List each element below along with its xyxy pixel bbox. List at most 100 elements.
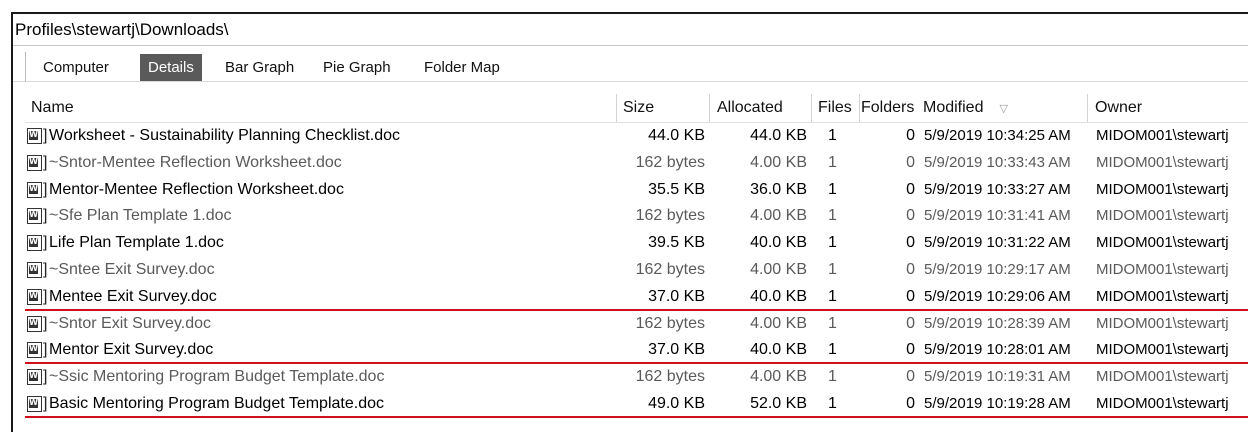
tab-pie-graph[interactable]: Pie Graph bbox=[315, 54, 399, 81]
table-header: Name Size Allocated Files Folders Modifi… bbox=[25, 94, 1248, 123]
tab-details[interactable]: Details bbox=[140, 54, 202, 81]
file-owner: MIDOM001\stewartj bbox=[1096, 341, 1229, 359]
file-folders-count: 0 bbox=[906, 260, 915, 278]
file-owner: MIDOM001\stewartj bbox=[1096, 314, 1229, 332]
file-name: ~Sntee Exit Survey.doc bbox=[49, 260, 215, 278]
column-divider[interactable] bbox=[709, 94, 710, 122]
file-allocated: 40.0 KB bbox=[750, 341, 807, 359]
file-files-count: 1 bbox=[828, 260, 837, 278]
column-header-files[interactable]: Files bbox=[818, 94, 858, 122]
word-document-icon bbox=[27, 261, 42, 278]
file-modified: 5/9/2019 10:33:27 AM bbox=[924, 180, 1071, 198]
file-allocated: 36.0 KB bbox=[750, 180, 807, 198]
file-owner: MIDOM001\stewartj bbox=[1096, 394, 1229, 412]
file-size: 162 bytes bbox=[635, 314, 705, 332]
file-allocated: 52.0 KB bbox=[750, 394, 807, 412]
file-allocated: 4.00 KB bbox=[750, 314, 807, 332]
table-row[interactable]: ]~Sntor Exit Survey.doc 162 bytes 4.00 KB 1… bbox=[25, 311, 1248, 338]
file-folders-count: 0 bbox=[906, 207, 915, 225]
table-row[interactable]: ]Basic Mentoring Program Budget Template… bbox=[25, 391, 1248, 418]
table-row[interactable]: ]Mentor Exit Survey.doc 37.0 KB 40.0 KB 1 05… bbox=[25, 337, 1248, 364]
file-size: 162 bytes bbox=[635, 368, 705, 386]
tab-bar-graph[interactable]: Bar Graph bbox=[217, 54, 302, 81]
details-table: Name Size Allocated Files Folders Modifi… bbox=[25, 94, 1248, 418]
file-files-count: 1 bbox=[828, 287, 837, 305]
file-modified: 5/9/2019 10:28:39 AM bbox=[924, 314, 1071, 332]
file-size: 44.0 KB bbox=[648, 127, 705, 144]
file-modified: 5/9/2019 10:19:28 AM bbox=[924, 394, 1071, 412]
icon-bracket: ] bbox=[43, 207, 48, 225]
red-underline-annotation bbox=[25, 308, 1248, 311]
tab-computer[interactable]: Computer bbox=[35, 54, 117, 81]
file-browser-window: Profiles\stewartj\Downloads\ Computer De… bbox=[11, 12, 1248, 432]
file-folders-count: 0 bbox=[906, 394, 915, 412]
icon-bracket: ] bbox=[43, 341, 48, 359]
file-folders-count: 0 bbox=[906, 368, 915, 386]
file-name: ~Sntor-Mentee Reflection Worksheet.doc bbox=[49, 153, 342, 171]
column-header-folders[interactable]: Folders bbox=[861, 94, 921, 122]
file-folders-count: 0 bbox=[906, 127, 915, 144]
table-row[interactable]: ]Life Plan Template 1.doc 39.5 KB 40.0 KB 1… bbox=[25, 230, 1248, 257]
file-folders-count: 0 bbox=[906, 153, 915, 171]
column-divider[interactable] bbox=[616, 94, 617, 122]
table-row[interactable]: ]Mentee Exit Survey.doc 37.0 KB 40.0 KB 1 05… bbox=[25, 284, 1248, 311]
table-row[interactable]: ]Worksheet - Sustainability Planning Che… bbox=[25, 123, 1248, 150]
file-allocated: 40.0 KB bbox=[750, 234, 807, 252]
file-name: ~Sntor Exit Survey.doc bbox=[49, 314, 211, 332]
column-header-modified[interactable]: Modified ▽ bbox=[923, 94, 1073, 122]
file-size: 162 bytes bbox=[635, 260, 705, 278]
table-row[interactable]: ]Mentor-Mentee Reflection Worksheet.doc 3… bbox=[25, 177, 1248, 204]
file-size: 162 bytes bbox=[635, 207, 705, 225]
file-folders-count: 0 bbox=[906, 234, 915, 252]
tab-folder-map[interactable]: Folder Map bbox=[416, 54, 508, 81]
word-document-icon bbox=[27, 315, 42, 332]
top-margin bbox=[0, 0, 1248, 12]
file-modified: 5/9/2019 10:19:31 AM bbox=[924, 368, 1071, 386]
file-files-count: 1 bbox=[828, 153, 837, 171]
column-divider[interactable] bbox=[859, 94, 860, 122]
file-size: 37.0 KB bbox=[648, 341, 705, 359]
table-row[interactable]: ]~Sfe Plan Template 1.doc 162 bytes 4.00 K… bbox=[25, 203, 1248, 230]
sort-descending-icon: ▽ bbox=[999, 103, 1008, 115]
column-header-size[interactable]: Size bbox=[623, 94, 703, 122]
table-row[interactable]: ]~Sntee Exit Survey.doc 162 bytes 4.00 KB 1… bbox=[25, 257, 1248, 284]
file-allocated: 4.00 KB bbox=[750, 260, 807, 278]
table-body: ]Worksheet - Sustainability Planning Che… bbox=[25, 123, 1248, 418]
icon-bracket: ] bbox=[43, 314, 48, 332]
file-name: Mentee Exit Survey.doc bbox=[49, 287, 217, 305]
file-modified: 5/9/2019 10:29:17 AM bbox=[924, 260, 1071, 278]
path-bar: Profiles\stewartj\Downloads\ bbox=[13, 14, 1248, 46]
tabs-divider bbox=[25, 52, 26, 82]
table-row[interactable]: ]~Ssic Mentoring Program Budget Template… bbox=[25, 364, 1248, 391]
word-document-icon bbox=[27, 288, 42, 305]
file-files-count: 1 bbox=[828, 394, 837, 412]
file-files-count: 1 bbox=[828, 234, 837, 252]
column-divider[interactable] bbox=[1087, 94, 1088, 122]
column-header-modified-label: Modified bbox=[923, 99, 984, 116]
file-owner: MIDOM001\stewartj bbox=[1096, 153, 1229, 171]
file-name: Mentor Exit Survey.doc bbox=[49, 341, 214, 359]
file-modified: 5/9/2019 10:31:41 AM bbox=[924, 207, 1071, 225]
file-allocated: 4.00 KB bbox=[750, 368, 807, 386]
file-modified: 5/9/2019 10:29:06 AM bbox=[924, 287, 1071, 305]
file-size: 39.5 KB bbox=[648, 234, 705, 252]
icon-bracket: ] bbox=[43, 153, 48, 171]
word-document-icon bbox=[27, 128, 42, 144]
file-modified: 5/9/2019 10:34:25 AM bbox=[924, 127, 1071, 144]
column-header-allocated[interactable]: Allocated bbox=[717, 94, 807, 122]
file-owner: MIDOM001\stewartj bbox=[1096, 368, 1229, 386]
word-document-icon bbox=[27, 181, 42, 198]
column-header-owner[interactable]: Owner bbox=[1095, 94, 1245, 122]
icon-bracket: ] bbox=[43, 368, 48, 386]
file-allocated: 4.00 KB bbox=[750, 153, 807, 171]
icon-bracket: ] bbox=[43, 234, 48, 252]
file-modified: 5/9/2019 10:31:22 AM bbox=[924, 234, 1071, 252]
column-divider[interactable] bbox=[811, 94, 812, 122]
file-files-count: 1 bbox=[828, 207, 837, 225]
table-row[interactable]: ]~Sntor-Mentee Reflection Worksheet.doc 1… bbox=[25, 150, 1248, 177]
view-tabs: Computer Details Bar Graph Pie Graph Fol… bbox=[13, 46, 1248, 82]
word-document-icon bbox=[27, 208, 42, 225]
column-header-name[interactable]: Name bbox=[31, 94, 611, 122]
icon-bracket: ] bbox=[43, 180, 48, 198]
file-owner: MIDOM001\stewartj bbox=[1096, 180, 1229, 198]
